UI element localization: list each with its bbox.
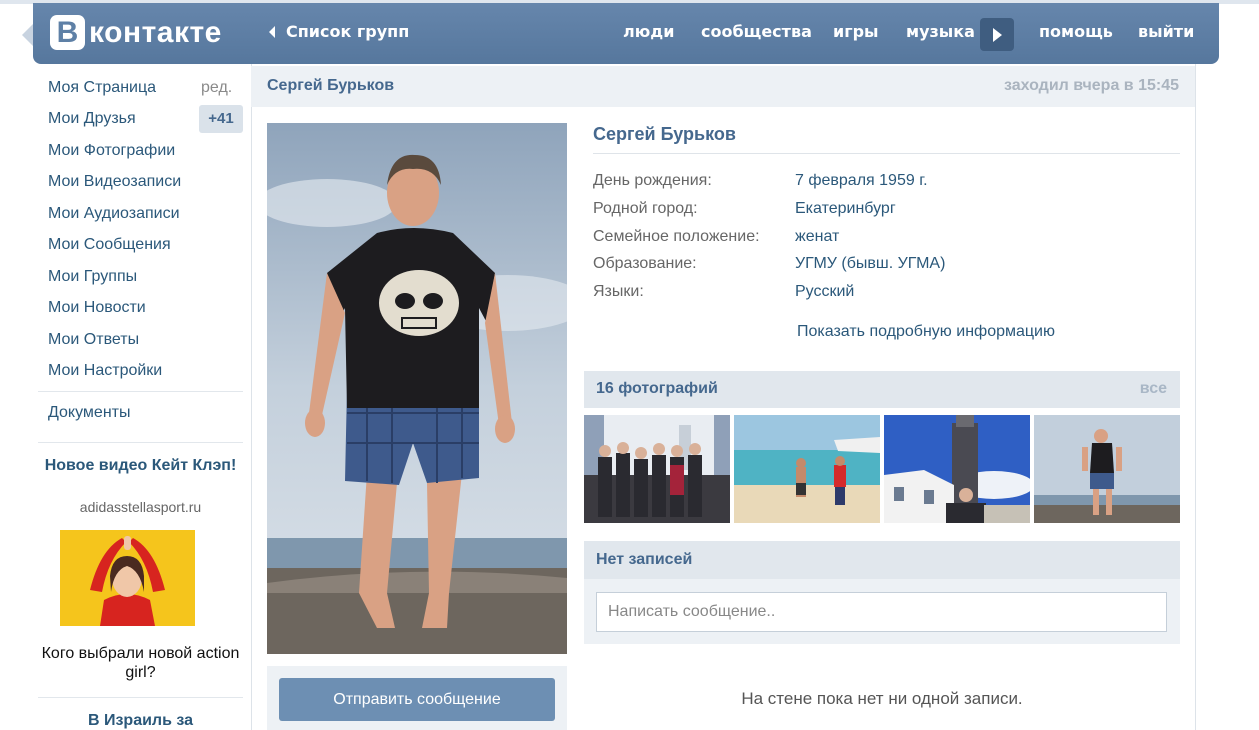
sidebar-divider <box>38 391 243 392</box>
logo-text: контакте <box>89 15 222 49</box>
profile-photo[interactable] <box>267 123 567 654</box>
lighthouse-photo-image <box>884 415 1030 523</box>
top-header: В контакте Список групп люди сообщества … <box>33 3 1219 64</box>
wall-compose-area: Написать сообщение.. <box>584 579 1180 644</box>
sidebar-item-settings[interactable]: Мои Настройки <box>48 362 162 380</box>
nav-games[interactable]: игры <box>833 22 879 41</box>
info-value-relationship[interactable]: женат <box>795 228 839 246</box>
friends-count-badge[interactable]: +41 <box>199 105 243 133</box>
sidebar-item-answers[interactable]: Мои Ответы <box>48 331 139 349</box>
vk-logo[interactable]: В контакте <box>50 15 222 50</box>
profile-photo-image <box>267 123 567 654</box>
ad-domain: adidasstellasport.ru <box>79 499 202 515</box>
ad-title-next[interactable]: В Израиль за <box>38 711 243 730</box>
ad-girl-illustration <box>60 530 195 626</box>
info-label-languages: Языки: <box>593 283 644 300</box>
back-link-label: Список групп <box>286 22 410 41</box>
ad-title[interactable]: Новое видео Кейт Клэп! <box>38 456 243 476</box>
sidebar-item-my-page[interactable]: Моя Страница <box>48 79 156 97</box>
wall-post-input[interactable]: Написать сообщение.. <box>596 592 1167 632</box>
profile-divider <box>593 153 1180 154</box>
photo-thumbnail[interactable] <box>884 415 1030 523</box>
back-arrow-icon <box>269 25 275 38</box>
logo-letter: В <box>50 15 85 50</box>
profile-name-header: Сергей Бурьков <box>267 77 395 94</box>
wall-empty-message: На стене пока нет ни одной записи. <box>741 689 1023 708</box>
wall-title: Нет записей <box>596 551 693 568</box>
group-list-back-link[interactable]: Список групп <box>269 22 409 41</box>
nav-help[interactable]: помощь <box>1039 22 1113 41</box>
sidebar-item-videos[interactable]: Мои Видеозаписи <box>48 173 181 191</box>
last-seen-status: заходил вчера в 15:45 <box>1003 77 1179 94</box>
info-label-hometown: Родной город: <box>593 200 698 217</box>
photo-thumbnail[interactable] <box>584 415 730 523</box>
send-message-button[interactable]: Отправить сообщение <box>279 678 555 721</box>
send-message-area: Отправить сообщение <box>267 666 567 730</box>
profile-name: Сергей Бурьков <box>593 124 736 144</box>
sidebar-item-documents[interactable]: Документы <box>48 404 130 422</box>
ad-caption[interactable]: Кого выбрали новой action girl? <box>38 644 243 682</box>
edit-link[interactable]: ред. <box>201 79 232 97</box>
sidebar-item-photos[interactable]: Мои Фотографии <box>48 142 175 160</box>
photos-all-link[interactable]: все <box>1140 380 1167 398</box>
info-value-languages[interactable]: Русский <box>795 283 854 301</box>
ad-image[interactable] <box>60 530 195 626</box>
sidebar-item-friends[interactable]: Мои Друзья <box>48 110 136 128</box>
info-value-education[interactable]: УГМУ (бывш. УГМА) <box>795 255 945 273</box>
sidebar-item-audio[interactable]: Мои Аудиозаписи <box>48 205 180 223</box>
sidebar-item-news[interactable]: Мои Новости <box>48 299 146 317</box>
profile-beach-photo-image <box>1034 415 1180 523</box>
info-label-education: Образование: <box>593 255 697 272</box>
music-play-button[interactable] <box>980 18 1014 51</box>
group-photo-image <box>584 415 730 523</box>
info-label-birthday: День рождения: <box>593 172 712 189</box>
sidebar-divider <box>38 697 243 698</box>
sidebar-divider <box>38 442 243 443</box>
header-notch <box>22 24 33 46</box>
nav-music[interactable]: музыка <box>906 22 975 41</box>
sidebar-item-messages[interactable]: Мои Сообщения <box>48 236 171 254</box>
info-label-relationship: Семейное положение: <box>593 228 760 245</box>
play-icon <box>993 28 1002 42</box>
profile-name-bar: Сергей Бурьков заходил вчера в 15:45 <box>251 66 1195 107</box>
info-value-birthday[interactable]: 7 февраля 1959 г. <box>795 172 928 190</box>
show-more-info-link[interactable]: Показать подробную информацию <box>797 323 1055 341</box>
photo-thumbnail[interactable] <box>734 415 880 523</box>
photos-count-title[interactable]: 16 фотографий <box>596 380 718 398</box>
beach-photo-image <box>734 415 880 523</box>
photo-thumbnail[interactable] <box>1034 415 1180 523</box>
sidebar-item-groups[interactable]: Мои Группы <box>48 268 137 286</box>
photos-header: 16 фотографий все <box>584 371 1180 408</box>
wall-header: Нет записей <box>584 541 1180 579</box>
info-value-hometown[interactable]: Екатеринбург <box>795 200 896 218</box>
nav-communities[interactable]: сообщества <box>701 22 812 41</box>
nav-people[interactable]: люди <box>623 22 674 41</box>
nav-logout[interactable]: выйти <box>1138 22 1194 41</box>
